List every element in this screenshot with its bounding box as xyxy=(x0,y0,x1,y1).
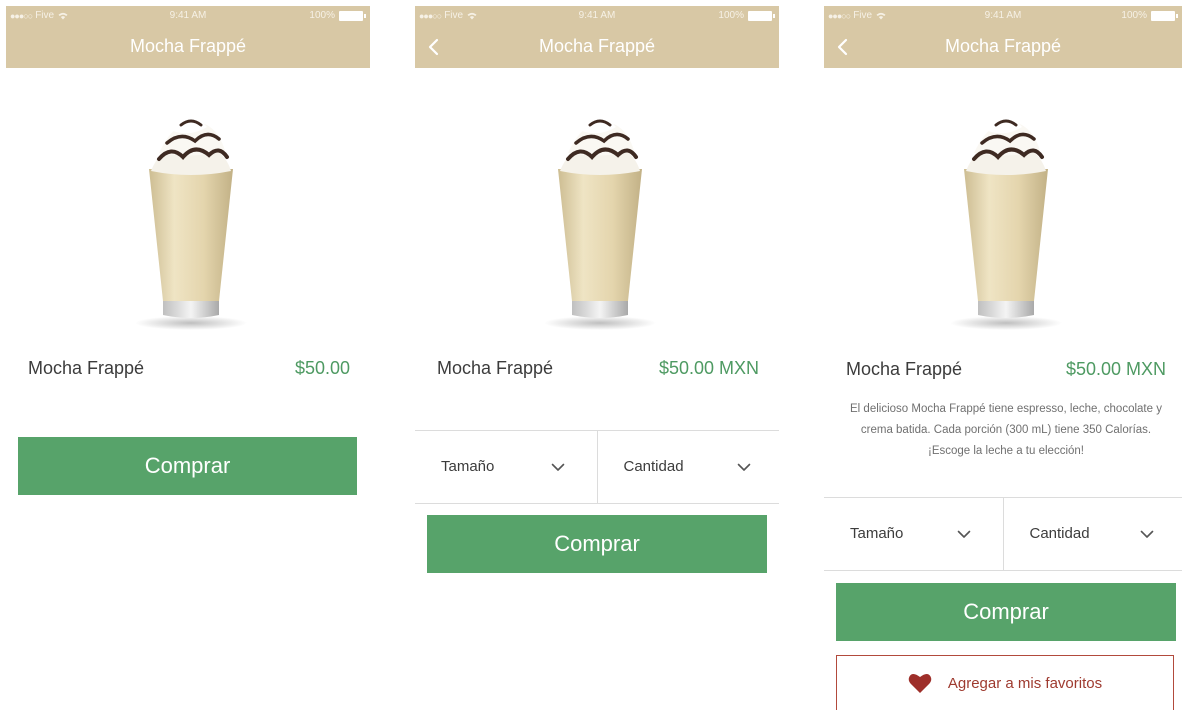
quantity-label: Cantidad xyxy=(623,458,684,475)
chevron-down-icon xyxy=(737,463,751,471)
chevron-down-icon xyxy=(1140,530,1154,538)
nav-title: Mocha Frappé xyxy=(944,36,1062,56)
battery-icon xyxy=(339,10,366,21)
nav-bar: ●●●○○ Five 9:41 AM 100% Mocha Frappé xyxy=(6,6,370,68)
product-price: $50.00 xyxy=(294,358,350,378)
buy-button[interactable]: Comprar xyxy=(427,515,767,573)
nav-title: Mocha Frappé xyxy=(538,36,656,56)
quantity-dropdown[interactable]: Cantidad xyxy=(1002,498,1182,570)
name-price-row: Mocha Frappé $50.00 xyxy=(6,358,370,388)
chevron-down-icon xyxy=(551,463,564,471)
nav-title: Mocha Frappé xyxy=(129,36,247,56)
size-label: Tamaño xyxy=(850,525,904,542)
product-image xyxy=(542,115,658,331)
battery-icon xyxy=(1151,10,1178,21)
screen-2: ●●●○○ Five 9:41 AM 100% Mocha Frappé Moc… xyxy=(415,6,779,710)
product-image xyxy=(133,115,249,331)
nav-bar: ●●●○○ Five 9:41 AM 100% Mocha Frappé xyxy=(824,6,1182,68)
quantity-dropdown[interactable]: Cantidad xyxy=(596,431,780,503)
product-name: Mocha Frappé xyxy=(28,358,145,378)
battery-icon xyxy=(748,10,775,21)
screen-1: ●●●○○ Five 9:41 AM 100% Mocha Frappé Moc… xyxy=(6,6,370,710)
product-price: $50.00 MXN xyxy=(1065,359,1166,379)
status-bar: ●●●○○ Five 9:41 AM 100% xyxy=(6,6,370,26)
product-description: El delicioso Mocha Frappé tiene espresso… xyxy=(850,403,1162,457)
battery-percent: 100% xyxy=(309,10,335,21)
add-favorite-button[interactable]: Agregar a mis favoritos xyxy=(836,655,1174,710)
size-label: Tamaño xyxy=(441,458,495,475)
name-price-row: Mocha Frappé $50.00 MXN xyxy=(415,358,779,388)
quantity-label: Cantidad xyxy=(1029,525,1090,542)
product-price: $50.00 MXN xyxy=(658,358,759,378)
product-image xyxy=(948,115,1064,331)
battery-percent: 100% xyxy=(718,10,744,21)
chevron-down-icon xyxy=(957,530,970,538)
battery-percent: 100% xyxy=(1121,10,1147,21)
options-row: Tamaño Cantidad xyxy=(415,430,779,504)
nav-bar: ●●●○○ Five 9:41 AM 100% Mocha Frappé xyxy=(415,6,779,68)
options-row: Tamaño Cantidad xyxy=(824,497,1182,571)
status-bar: ●●●○○ Five 9:41 AM 100% xyxy=(415,6,779,26)
name-price-row: Mocha Frappé $50.00 MXN xyxy=(824,359,1182,389)
screen-3: ●●●○○ Five 9:41 AM 100% Mocha Frappé Moc… xyxy=(824,6,1182,710)
heart-icon xyxy=(908,673,932,693)
size-dropdown[interactable]: Tamaño xyxy=(415,431,597,503)
buy-button[interactable]: Comprar xyxy=(836,583,1176,641)
product-name: Mocha Frappé xyxy=(846,359,963,379)
buy-button[interactable]: Comprar xyxy=(18,437,357,495)
favorite-label: Agregar a mis favoritos xyxy=(947,674,1103,692)
product-name: Mocha Frappé xyxy=(437,358,554,378)
status-bar: ●●●○○ Five 9:41 AM 100% xyxy=(824,6,1182,26)
size-dropdown[interactable]: Tamaño xyxy=(824,498,1003,570)
